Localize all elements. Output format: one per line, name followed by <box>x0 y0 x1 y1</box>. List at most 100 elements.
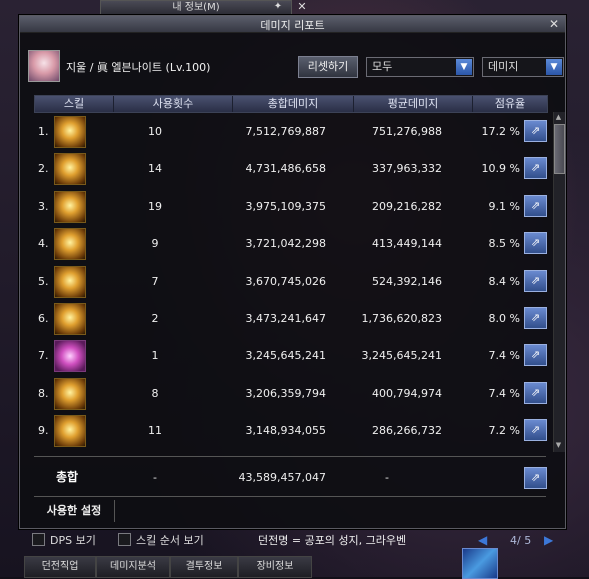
golden-shield-skill-icon <box>54 377 86 410</box>
scrollbar-thumb[interactable] <box>554 124 565 174</box>
row-average-damage: 751,276,988 <box>372 125 442 138</box>
dps-checkbox[interactable] <box>32 533 45 546</box>
prev-page-icon[interactable]: ◀ <box>478 533 487 547</box>
table-row: 6. 2 3,473,241,647 1,736,620,823 8.0 % ⇗ <box>34 299 547 337</box>
share-icon[interactable]: ⇗ <box>524 232 547 255</box>
row-share: 7.4 % <box>488 386 520 400</box>
row-average-damage: 413,449,144 <box>372 237 442 251</box>
tab-duel-info[interactable]: 결투정보 <box>170 556 238 578</box>
row-share: 7.2 % <box>488 424 520 438</box>
golden-wave-skill-icon <box>54 415 86 448</box>
row-uses: 2 <box>151 312 159 325</box>
total-uses: - <box>153 471 157 484</box>
next-page-icon[interactable]: ▶ <box>544 533 553 547</box>
close-icon[interactable]: ✕ <box>549 17 559 31</box>
share-icon[interactable]: ⇗ <box>524 194 547 217</box>
table-row: 9. 11 3,148,934,055 286,266,732 7.2 % ⇗ <box>34 411 547 449</box>
share-icon[interactable]: ⇗ <box>524 381 547 404</box>
mode-dropdown-value: 데미지 <box>488 60 519 73</box>
row-total-damage: 3,975,109,375 <box>245 199 326 213</box>
character-name: 지울 / 眞 엘븐나이트 (Lv.100) <box>66 61 211 74</box>
row-average-damage: 209,216,282 <box>372 199 442 213</box>
row-total-damage: 3,245,645,241 <box>245 349 326 363</box>
column-header-uses[interactable]: 사용횟수 <box>114 96 233 112</box>
share-total-button[interactable]: ⇗ <box>524 467 547 489</box>
row-average-damage: 337,963,332 <box>372 162 442 176</box>
share-icon[interactable]: ⇗ <box>524 120 547 142</box>
share-icon[interactable]: ⇗ <box>524 269 547 292</box>
row-average-damage: 1,736,620,823 <box>361 312 442 325</box>
row-average-damage: 3,245,645,241 <box>361 349 442 363</box>
page-indicator: 4/ 5 <box>510 534 532 547</box>
table-row: 2. 14 4,731,486,658 337,963,332 10.9 % ⇗ <box>34 149 547 187</box>
table-row: 8. 8 3,206,359,794 400,794,974 7.4 % ⇗ <box>34 374 547 412</box>
background-close-icon[interactable]: ✕ <box>296 1 308 13</box>
row-rank: 8. <box>38 386 49 400</box>
row-uses: 9 <box>151 237 159 251</box>
column-header-total-damage[interactable]: 총합데미지 <box>233 96 354 112</box>
chevron-down-icon: ▼ <box>546 59 562 75</box>
skill-table: 1. 10 7,512,769,887 751,276,988 17.2 % ⇗ 2. 14 4… <box>34 112 547 452</box>
dialog-titlebar[interactable]: 데미지 리포트 ✕ <box>20 16 565 33</box>
column-header-average-damage[interactable]: 평균데미지 <box>354 96 473 112</box>
row-total-damage: 4,731,486,658 <box>245 162 326 176</box>
tab-damage-analysis[interactable]: 데미지분석 <box>96 556 170 578</box>
row-share: 7.4 % <box>488 349 520 363</box>
row-share: 8.4 % <box>488 274 520 288</box>
row-total-damage: 3,721,042,298 <box>245 237 326 251</box>
golden-crescent-skill-icon <box>54 153 86 186</box>
character-avatar <box>28 50 60 82</box>
row-share: 10.9 % <box>481 162 520 176</box>
dps-checkbox-label: DPS 보기 <box>50 534 96 547</box>
tab-used-settings[interactable]: 사용한 설정 <box>34 500 115 522</box>
row-uses: 1 <box>151 349 159 363</box>
quickslot-skill-icon[interactable] <box>462 548 498 579</box>
row-rank: 2. <box>38 162 49 176</box>
tab-dungeon-job[interactable]: 던전직업 <box>24 556 96 578</box>
reset-button[interactable]: 리셋하기 <box>298 56 358 78</box>
row-share: 17.2 % <box>481 125 520 138</box>
row-uses: 19 <box>148 199 162 213</box>
divider <box>34 496 546 497</box>
row-total-damage: 3,148,934,055 <box>245 424 326 438</box>
share-icon[interactable]: ⇗ <box>524 157 547 180</box>
background-tabs: 던전직업 데미지분석 결투정보 장비정보 <box>24 556 314 578</box>
golden-explosion-skill-icon <box>54 303 86 335</box>
golden-slash-skill-icon <box>54 116 86 148</box>
row-rank: 5. <box>38 274 49 288</box>
row-share: 9.1 % <box>488 199 520 213</box>
golden-spear-skill-icon <box>54 265 86 298</box>
scroll-down-icon[interactable]: ▼ <box>553 440 564 450</box>
chevron-down-icon: ▼ <box>456 59 472 75</box>
skill-order-checkbox[interactable] <box>118 533 131 546</box>
row-rank: 3. <box>38 199 49 213</box>
dungeon-name: 던전명 = 공포의 성지, 그라우벤 <box>258 534 407 547</box>
row-total-damage: 3,473,241,647 <box>245 312 326 325</box>
pin-icon[interactable]: ✦ <box>272 1 284 13</box>
column-header-skill[interactable]: 스킬 <box>35 96 114 112</box>
row-uses: 14 <box>148 162 162 176</box>
tab-equipment-info[interactable]: 장비정보 <box>238 556 312 578</box>
column-header-share[interactable]: 점유율 <box>473 96 547 112</box>
total-damage-value: 43,589,457,047 <box>238 471 326 484</box>
skill-order-checkbox-label: 스킬 순서 보기 <box>136 534 204 547</box>
row-average-damage: 286,266,732 <box>372 424 442 438</box>
table-row: 4. 9 3,721,042,298 413,449,144 8.5 % ⇗ <box>34 224 547 262</box>
table-row: 3. 19 3,975,109,375 209,216,282 9.1 % ⇗ <box>34 187 547 225</box>
row-rank: 9. <box>38 424 49 438</box>
table-row: 7. 1 3,245,645,241 3,245,645,241 7.4 % ⇗ <box>34 336 547 374</box>
share-icon[interactable]: ⇗ <box>524 307 547 329</box>
divider <box>34 456 546 457</box>
my-info-window-title: 내 정보(M) <box>100 0 292 16</box>
filter-dropdown-value: 모두 <box>372 60 393 73</box>
row-rank: 6. <box>38 312 49 325</box>
mode-dropdown[interactable]: 데미지 ▼ <box>482 57 564 77</box>
dialog-title: 데미지 리포트 <box>260 19 325 32</box>
row-total-damage: 3,206,359,794 <box>245 386 326 400</box>
row-rank: 4. <box>38 237 49 251</box>
total-average: - <box>385 471 389 484</box>
share-icon[interactable]: ⇗ <box>524 344 547 367</box>
filter-dropdown[interactable]: 모두 ▼ <box>366 57 474 77</box>
scroll-up-icon[interactable]: ▲ <box>553 112 564 122</box>
share-icon[interactable]: ⇗ <box>524 419 547 442</box>
